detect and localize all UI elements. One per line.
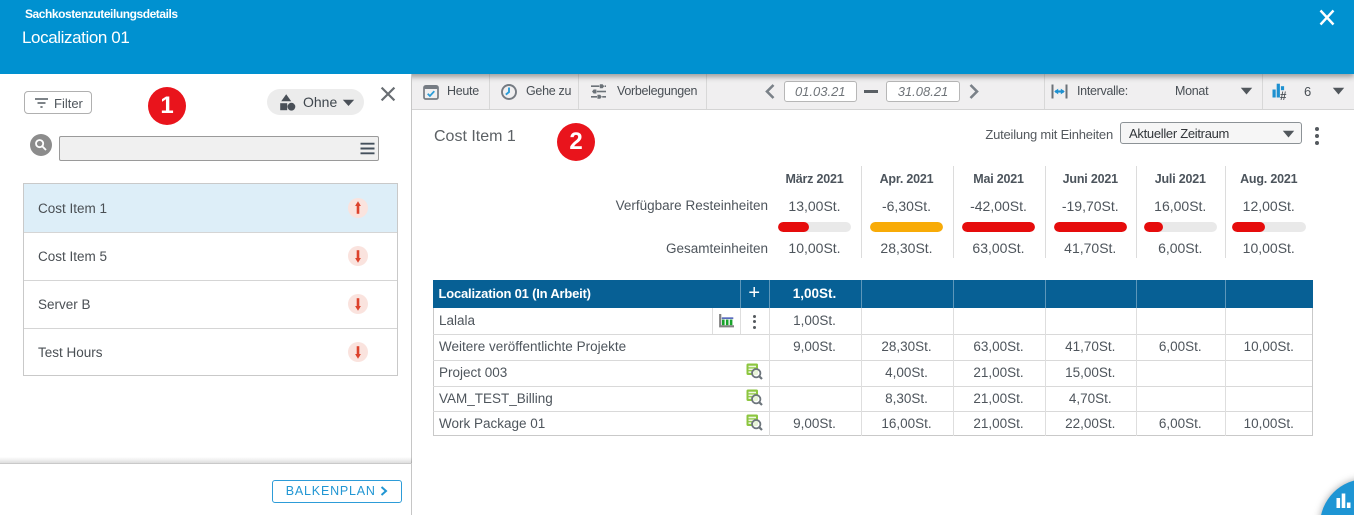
svg-text:#: #: [1280, 91, 1287, 101]
